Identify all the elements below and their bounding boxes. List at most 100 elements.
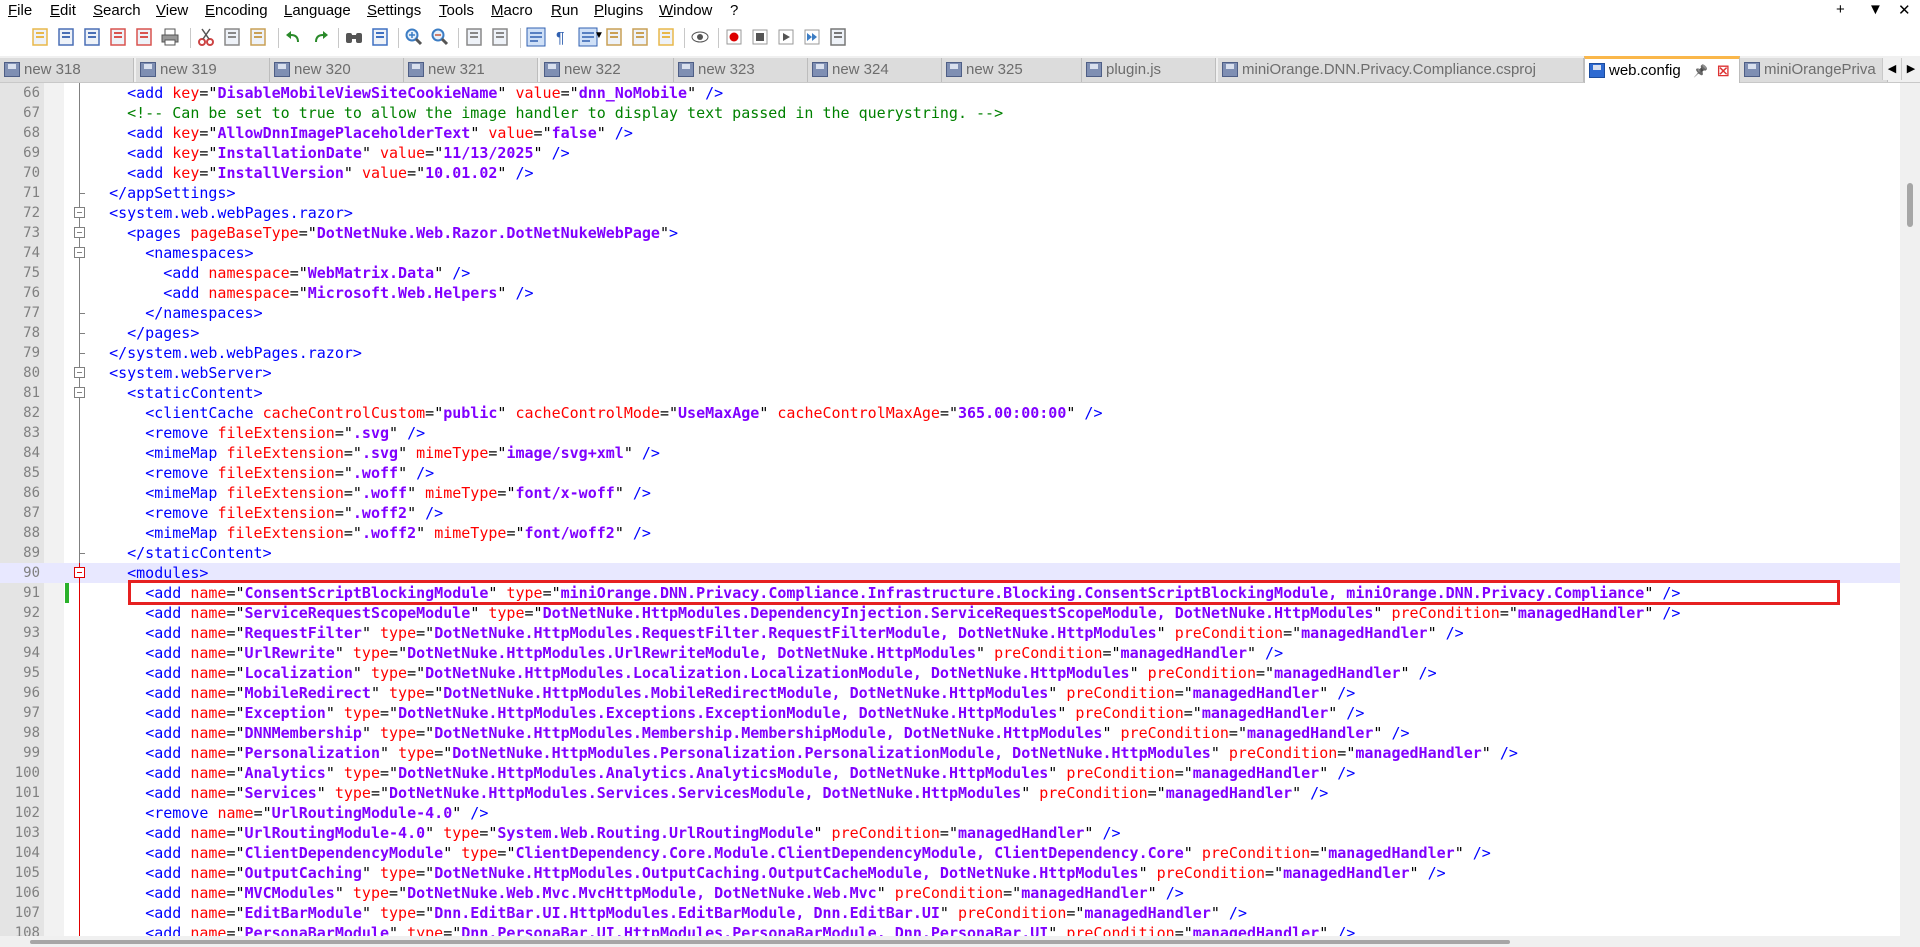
vertical-scroll-thumb[interactable]	[1907, 183, 1913, 227]
code-line[interactable]: 83 <remove fileExtension=".svg" />	[0, 423, 1900, 443]
menu-encoding[interactable]: Encoding	[205, 2, 268, 20]
show-all-chars-icon[interactable]: ¶	[552, 27, 572, 47]
show-symbol-dropdown-icon[interactable]: ▼	[594, 30, 604, 41]
code-line[interactable]: 81 <staticContent>	[0, 383, 1900, 403]
code-line[interactable]: 98 <add name="DNNMembership" type="DotNe…	[0, 723, 1900, 743]
code-line[interactable]: 69 <add key="InstallationDate" value="11…	[0, 143, 1900, 163]
tab-new-321[interactable]: new 321	[404, 58, 538, 82]
code-line[interactable]: 87 <remove fileExtension=".woff2" />	[0, 503, 1900, 523]
menu-run[interactable]: Run	[551, 2, 579, 20]
zoom-out-icon[interactable]	[430, 27, 450, 47]
tab-new-318[interactable]: new 318	[0, 58, 134, 82]
folder-as-workspace-icon[interactable]	[656, 27, 676, 47]
tab-plugin-js[interactable]: plugin.js	[1082, 58, 1216, 82]
code-line[interactable]: 67 <!-- Can be set to true to allow the …	[0, 103, 1900, 123]
code-line[interactable]: 77 </namespaces>	[0, 303, 1900, 323]
code-line[interactable]: 76 <add namespace="Microsoft.Web.Helpers…	[0, 283, 1900, 303]
code-line[interactable]: 103 <add name="UrlRoutingModule-4.0" typ…	[0, 823, 1900, 843]
stop-recording-icon[interactable]	[750, 27, 770, 47]
code-line[interactable]: 84 <mimeMap fileExtension=".svg" mimeTyp…	[0, 443, 1900, 463]
playback-macro-icon[interactable]	[776, 27, 796, 47]
code-line[interactable]: 106 <add name="MVCModules" type="DotNetN…	[0, 883, 1900, 903]
menu-macro[interactable]: Macro	[491, 2, 533, 20]
code-line[interactable]: 86 <mimeMap fileExtension=".woff" mimeTy…	[0, 483, 1900, 503]
code-line[interactable]: 97 <add name="Exception" type="DotNetNuk…	[0, 703, 1900, 723]
horizontal-scrollbar[interactable]	[0, 936, 1920, 947]
find-icon[interactable]	[344, 27, 364, 47]
code-line[interactable]: 79 </system.web.webPages.razor>	[0, 343, 1900, 363]
tab-miniorangepriva[interactable]: miniOrangePriva	[1740, 58, 1888, 82]
save-all-icon[interactable]	[82, 27, 102, 47]
code-line[interactable]: 85 <remove fileExtension=".woff" />	[0, 463, 1900, 483]
new-file-icon[interactable]	[4, 27, 24, 47]
code-line[interactable]: 75 <add namespace="WebMatrix.Data" />	[0, 263, 1900, 283]
code-line[interactable]: 73 <pages pageBaseType="DotNetNuke.Web.R…	[0, 223, 1900, 243]
fold-toggle-icon[interactable]	[74, 567, 85, 578]
code-line[interactable]: 94 <add name="UrlRewrite" type="DotNetNu…	[0, 643, 1900, 663]
code-line[interactable]: 68 <add key="AllowDnnImagePlaceholderTex…	[0, 123, 1900, 143]
menu-settings[interactable]: Settings	[367, 2, 421, 20]
sync-horizontal-icon[interactable]	[490, 27, 510, 47]
fold-toggle-icon[interactable]	[74, 227, 85, 238]
scroll-tabs-right-button[interactable]: ▶	[1901, 58, 1920, 80]
menu-help[interactable]: ?	[730, 2, 738, 20]
code-line[interactable]: 107 <add name="EditBarModule" type="Dnn.…	[0, 903, 1900, 923]
code-line[interactable]: 89 </staticContent>	[0, 543, 1900, 563]
close-icon[interactable]	[108, 27, 128, 47]
code-line[interactable]: 101 <add name="Services" type="DotNetNuk…	[0, 783, 1900, 803]
tab-web-config[interactable]: web.config 📌 ☒	[1584, 56, 1740, 83]
code-line[interactable]: 100 <add name="Analytics" type="DotNetNu…	[0, 763, 1900, 783]
code-line[interactable]: 72 <system.web.webPages.razor>	[0, 203, 1900, 223]
code-line[interactable]: 88 <mimeMap fileExtension=".woff2" mimeT…	[0, 523, 1900, 543]
record-macro-icon[interactable]	[724, 27, 744, 47]
copy-icon[interactable]	[222, 27, 242, 47]
close-all-icon[interactable]	[134, 27, 154, 47]
tab-new-325[interactable]: new 325	[942, 58, 1082, 82]
menu-view[interactable]: View	[156, 2, 188, 20]
menu-language[interactable]: Language	[284, 2, 351, 20]
pin-tab-icon[interactable]: 📌	[1693, 60, 1708, 83]
tab-new-324[interactable]: new 324	[808, 58, 942, 82]
code-line[interactable]: 74 <namespaces>	[0, 243, 1900, 263]
fold-toggle-icon[interactable]	[74, 387, 85, 398]
code-line[interactable]: 71 </appSettings>	[0, 183, 1900, 203]
menu-window[interactable]: Window	[659, 2, 712, 20]
code-line[interactable]: 105 <add name="OutputCaching" type="DotN…	[0, 863, 1900, 883]
scroll-tabs-left-button[interactable]: ◀	[1882, 58, 1901, 80]
code-editor[interactable]: 66 <add key="DisableMobileViewSiteCookie…	[0, 83, 1900, 936]
fold-toggle-icon[interactable]	[74, 247, 85, 258]
horizontal-scroll-thumb[interactable]	[30, 940, 1510, 944]
fold-toggle-icon[interactable]	[74, 207, 85, 218]
menu-edit[interactable]: Edit	[50, 2, 76, 20]
fold-toggle-icon[interactable]	[74, 367, 85, 378]
code-line[interactable]: 96 <add name="MobileRedirect" type="DotN…	[0, 683, 1900, 703]
tab-new-322[interactable]: new 322	[540, 58, 674, 82]
replace-icon[interactable]	[370, 27, 390, 47]
new-tab-button[interactable]: +	[1836, 1, 1845, 18]
code-line[interactable]: 78 </pages>	[0, 323, 1900, 343]
menu-search[interactable]: Search	[93, 2, 141, 20]
print-icon[interactable]	[160, 27, 180, 47]
run-macro-multiple-icon[interactable]	[802, 27, 822, 47]
vertical-scrollbar[interactable]	[1900, 83, 1920, 936]
menu-tools[interactable]: Tools	[439, 2, 474, 20]
code-line[interactable]: 70 <add key="InstallVersion" value="10.0…	[0, 163, 1900, 183]
code-line[interactable]: 82 <clientCache cacheControlCustom="publ…	[0, 403, 1900, 423]
code-line[interactable]: 80 <system.webServer>	[0, 363, 1900, 383]
zoom-in-icon[interactable]	[404, 27, 424, 47]
function-list-icon[interactable]	[630, 27, 650, 47]
code-line[interactable]: 93 <add name="RequestFilter" type="DotNe…	[0, 623, 1900, 643]
code-line[interactable]: 95 <add name="Localization" type="DotNet…	[0, 663, 1900, 683]
undo-icon[interactable]	[284, 27, 304, 47]
tab-miniorange-dnn-privacy-compliance-csproj[interactable]: miniOrange.DNN.Privacy.Compliance.csproj	[1218, 58, 1584, 82]
close-tab-icon[interactable]: ☒	[1717, 60, 1730, 83]
paste-icon[interactable]	[248, 27, 268, 47]
word-wrap-icon[interactable]	[526, 27, 546, 47]
save-macro-icon[interactable]	[828, 27, 848, 47]
save-icon[interactable]	[56, 27, 76, 47]
sync-vertical-icon[interactable]	[464, 27, 484, 47]
tab-new-323[interactable]: new 323	[674, 58, 808, 82]
document-map-icon[interactable]	[604, 27, 624, 47]
code-line[interactable]: 66 <add key="DisableMobileViewSiteCookie…	[0, 83, 1900, 103]
redo-icon[interactable]	[310, 27, 330, 47]
